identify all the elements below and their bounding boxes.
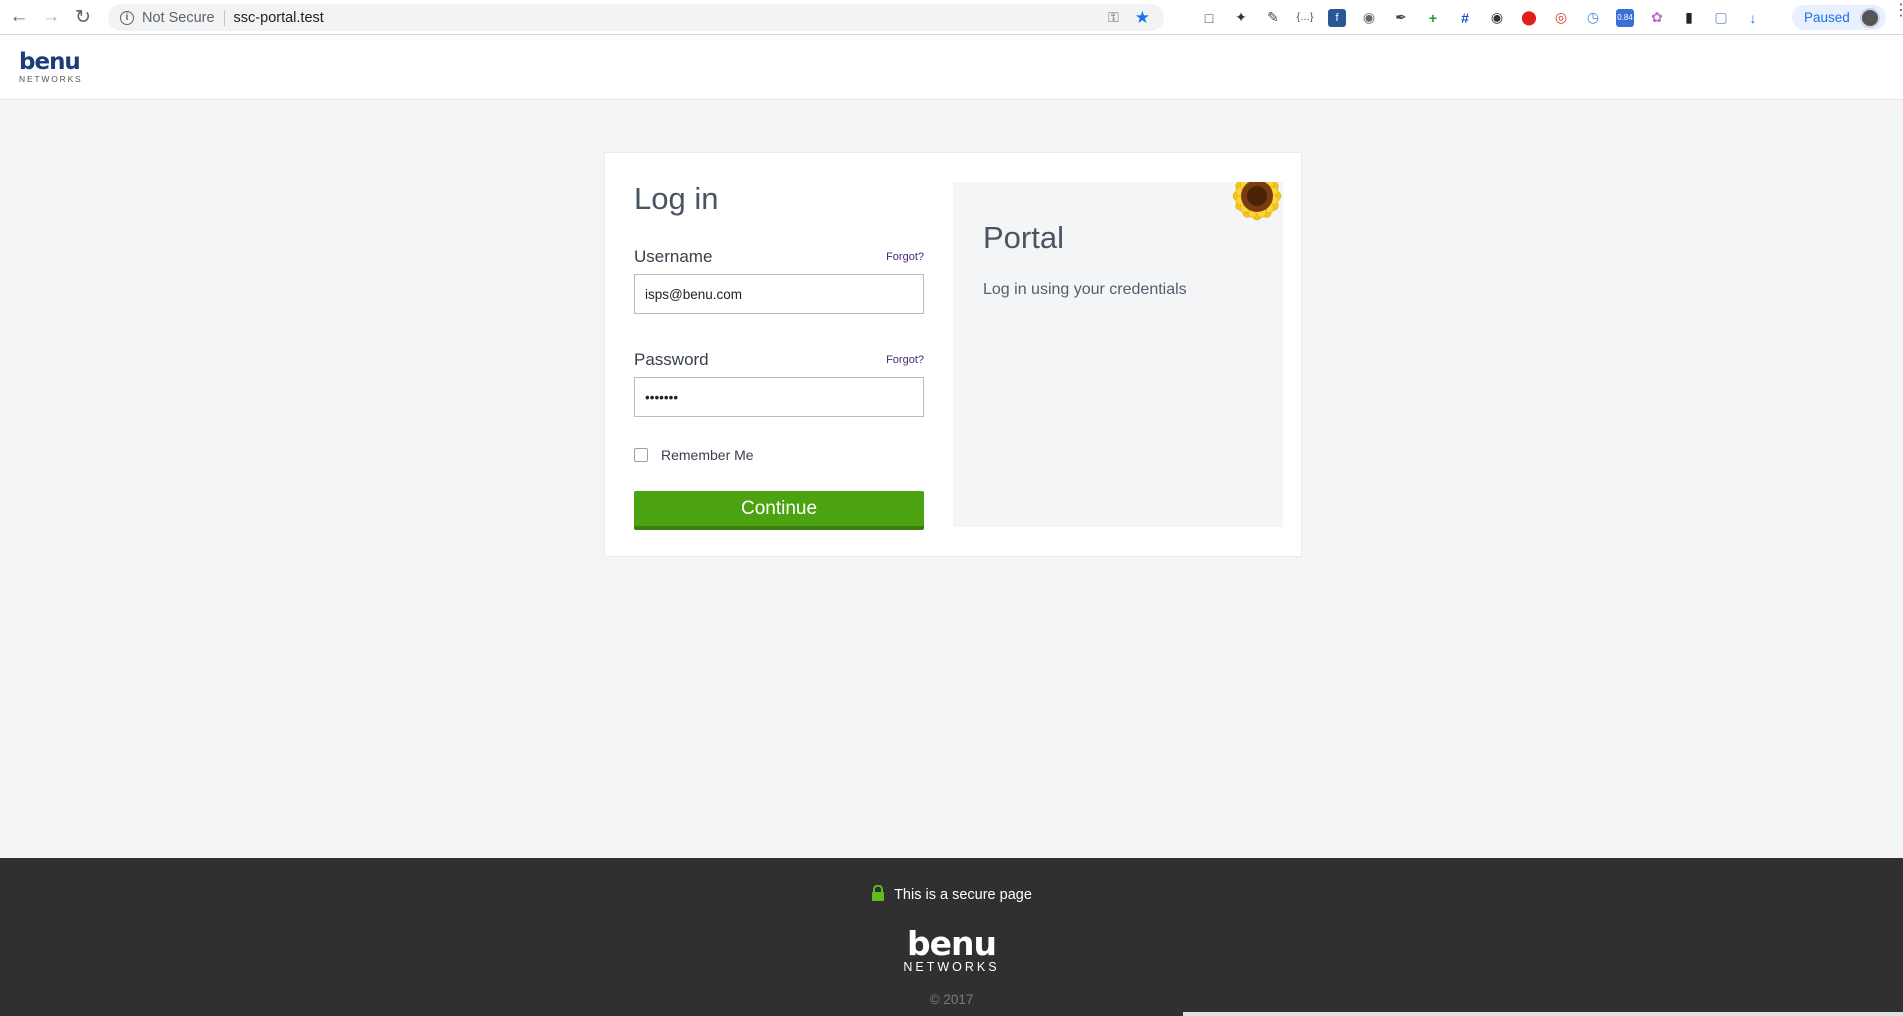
username-label: Username (634, 247, 713, 266)
profile-paused-button[interactable]: Paused (1792, 5, 1886, 30)
secure-page-text: This is a secure page (894, 887, 1032, 903)
username-input[interactable] (634, 274, 924, 314)
reload-icon[interactable]: ↻ (70, 4, 96, 30)
footer-logo-subtitle: NETWORKS (903, 960, 1000, 974)
profile-status-label: Paused (1804, 10, 1850, 25)
download-extension-icon[interactable]: ↓ (1744, 9, 1762, 27)
reader-extension-icon[interactable]: f (1328, 8, 1346, 27)
password-label-row: Password Forgot? (634, 350, 924, 370)
benu-logo[interactable]: benu NETWORKS (19, 49, 83, 85)
chart-extension-icon[interactable]: ▮ (1680, 9, 1698, 27)
plus-extension-icon[interactable]: + (1424, 9, 1442, 27)
speed-extension-icon[interactable]: 0.84 (1616, 8, 1634, 27)
target-extension-icon[interactable]: ◉ (1488, 9, 1506, 27)
password-label: Password (634, 350, 709, 369)
logo-subtitle: NETWORKS (19, 74, 83, 84)
more-vert-icon[interactable]: ⋮ (1893, 3, 1903, 19)
horizontal-scrollbar[interactable] (1183, 1012, 1903, 1016)
forgot-password-link[interactable]: Forgot? (886, 354, 924, 366)
opera-extension-icon[interactable]: ⬤ (1520, 9, 1538, 27)
address-separator (223, 9, 225, 26)
pin-extension-icon[interactable]: ✦ (1232, 9, 1250, 27)
login-form: Log in Username Forgot? Password Forgot?… (634, 181, 924, 530)
extensions-bar: □ ✦ ✎ {…} f ◉ ✒ + # ◉ ⬤ ◎ ◷ 0.84 ✿ ▮ ▢ ↓ (1200, 6, 1762, 29)
key-icon[interactable]: ⚿ (1108, 9, 1119, 26)
sunflower-image (1232, 182, 1282, 221)
remember-me-row: Remember Me (634, 447, 924, 463)
record-extension-icon[interactable]: ◎ (1552, 9, 1570, 27)
forward-arrow-icon[interactable]: → (38, 4, 64, 30)
screenshot-extension-icon[interactable]: ▢ (1712, 9, 1730, 27)
login-title: Log in (634, 181, 719, 216)
footer-logo-wordmark: benu (907, 924, 997, 963)
security-indicator[interactable]: Not Secure (142, 10, 215, 26)
portal-title: Portal (983, 220, 1064, 255)
copyright-text: © 2017 (929, 992, 974, 1007)
address-bar[interactable]: i Not Secure ssc-portal.test ⚿ ★ (108, 4, 1164, 31)
secure-page-notice: This is a secure page (0, 885, 1903, 903)
pen-extension-icon[interactable]: ✎ (1264, 9, 1282, 27)
portal-subtitle: Log in using your credentials (983, 281, 1187, 298)
remember-me-label[interactable]: Remember Me (661, 447, 754, 463)
back-arrow-icon[interactable]: ← (6, 4, 32, 30)
info-icon[interactable]: i (120, 10, 134, 25)
logo-wordmark: benu (19, 49, 81, 75)
lock-icon (872, 885, 885, 901)
camera-extension-icon[interactable]: ◉ (1360, 9, 1378, 27)
grid-extension-icon[interactable]: # (1456, 9, 1474, 27)
portal-info-panel: Portal Log in using your credentials (953, 182, 1283, 527)
footer-benu-logo: benu NETWORKS (0, 924, 1903, 974)
eyedropper-extension-icon[interactable]: ✒ (1392, 9, 1410, 27)
browser-toolbar: ← → ↻ i Not Secure ssc-portal.test ⚿ ★ □… (0, 0, 1903, 35)
remember-me-checkbox[interactable] (634, 448, 648, 462)
palette-extension-icon[interactable]: ✿ (1648, 9, 1666, 27)
site-footer: This is a secure page benu NETWORKS © 20… (0, 858, 1903, 1016)
continue-button[interactable]: Continue (634, 491, 924, 530)
password-input[interactable] (634, 377, 924, 417)
clock-extension-icon[interactable]: ◷ (1584, 9, 1602, 27)
folder-extension-icon[interactable]: □ (1200, 9, 1218, 27)
site-header: benu NETWORKS (0, 35, 1903, 100)
profile-avatar (1859, 7, 1880, 28)
username-label-row: Username Forgot? (634, 247, 924, 267)
login-card: Log in Username Forgot? Password Forgot?… (604, 152, 1302, 557)
bookmark-star-icon[interactable]: ★ (1135, 8, 1150, 28)
forgot-username-link[interactable]: Forgot? (886, 251, 924, 263)
url-text[interactable]: ssc-portal.test (234, 10, 324, 26)
code-extension-icon[interactable]: {…} (1296, 9, 1314, 27)
